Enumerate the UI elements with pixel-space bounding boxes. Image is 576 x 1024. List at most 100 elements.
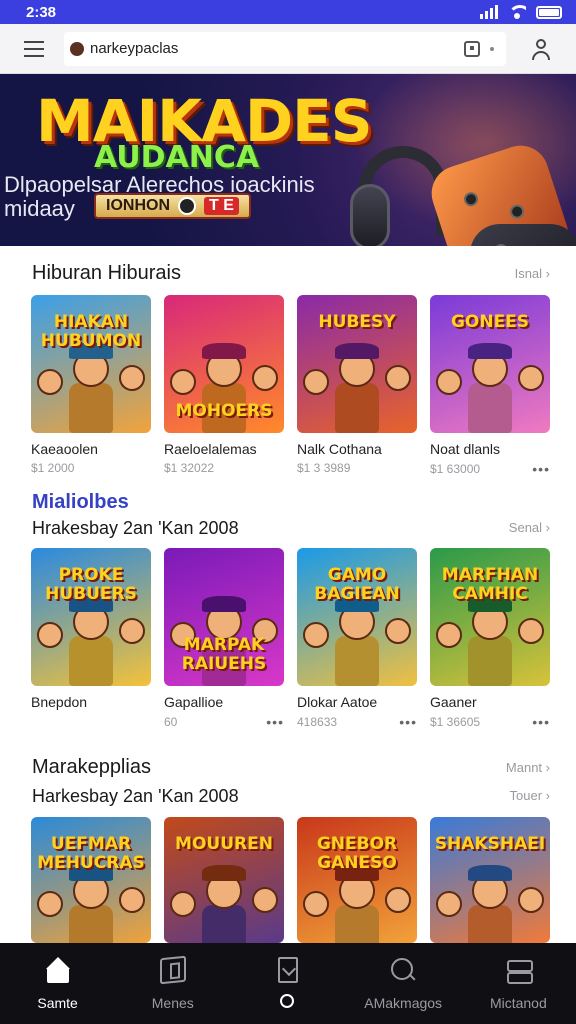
game-thumbnail[interactable]: UEFMAR MEHUCRAS [31, 817, 151, 943]
game-card[interactable]: GONEES Noat dlanls $1 63000 ••• [430, 295, 550, 477]
game-thumbnail[interactable]: GAMO BAGIEAN [297, 548, 417, 686]
game-meta: 60 ••• [164, 714, 284, 730]
character-head [385, 618, 411, 644]
character-head [436, 891, 462, 917]
character-hat [202, 343, 246, 359]
character-head [518, 365, 544, 391]
character-body [202, 905, 246, 943]
game-thumbnail[interactable]: MOHOERS [164, 295, 284, 433]
badge-tag: T E [204, 197, 239, 215]
battery-icon [536, 5, 562, 19]
game-price: $1 32022 [164, 461, 215, 475]
game-thumbnail[interactable]: MARPAK RAIUEHS [164, 548, 284, 686]
see-all-link[interactable]: Isnal › [515, 266, 550, 281]
game-logo-text: GONEES [450, 312, 530, 332]
character-hat [335, 343, 379, 359]
see-all-link[interactable]: Senal › [509, 520, 550, 535]
game-card[interactable]: HIAKAN HUBUMON Kaeaoolen $1 2000 [31, 295, 151, 475]
more-options-icon[interactable]: ••• [532, 714, 550, 730]
game-logo-text: MOHOERS [175, 401, 273, 421]
see-all-link-2[interactable]: Touer › [510, 788, 550, 803]
home-indicator[interactable] [280, 994, 294, 1008]
game-logo-text: HIAKAN HUBUMON [40, 312, 142, 351]
game-title[interactable]: Bnepdon [31, 694, 151, 710]
banner-text-2: midaay [4, 196, 75, 221]
wifi-icon [508, 5, 526, 19]
character-body [468, 636, 512, 686]
character-body [335, 905, 379, 943]
more-options-icon[interactable]: ••• [532, 461, 550, 477]
layers-icon [505, 957, 534, 984]
more-options-icon[interactable]: ••• [399, 714, 417, 730]
search-box[interactable] [64, 31, 506, 66]
hero-banner[interactable]: MAIKADES AUDANCA Dlpaopelsar Alerechos i… [0, 74, 576, 246]
see-all-link[interactable]: Mannt › [506, 760, 550, 775]
game-price: 60 [164, 715, 178, 729]
game-thumbnail[interactable]: HIAKAN HUBUMON [31, 295, 151, 433]
game-title[interactable]: Kaeaoolen [31, 441, 151, 457]
game-card[interactable]: MOUUREN [164, 817, 284, 943]
section-subtitle: Hrakesbay 2an 'Kan 2008 [32, 518, 239, 538]
game-logo-text: HUBESY [318, 312, 396, 332]
game-logo-text: MARPAK RAIUEHS [181, 635, 267, 674]
search-input[interactable] [90, 40, 456, 57]
menu-icon[interactable] [24, 40, 44, 57]
game-card[interactable]: SHAKSHAEI [430, 817, 550, 943]
game-card[interactable]: MARFHAN CAMHIC Gaaner $1 36605 ••• [430, 548, 550, 730]
nav-item-search[interactable]: AMakmagos [348, 957, 458, 1011]
game-thumbnail[interactable]: PROKE HUBUERS [31, 548, 151, 686]
top-bar [0, 24, 576, 74]
game-card[interactable]: HUBESY Nalk Cothana $1 3 3989 [297, 295, 417, 475]
game-card[interactable]: PROKE HUBUERS Bnepdon [31, 548, 151, 714]
character-body [69, 383, 113, 433]
search-icon [390, 957, 416, 983]
character-head [303, 891, 329, 917]
game-card[interactable]: UEFMAR MEHUCRAS [31, 817, 151, 943]
profile-icon[interactable] [530, 38, 552, 60]
more-options-icon[interactable]: ••• [266, 714, 284, 730]
nav-item-layers[interactable]: Mictanod [463, 957, 573, 1011]
game-price: 418633 [297, 715, 338, 729]
mic-icon[interactable] [490, 46, 494, 51]
character-head [385, 887, 411, 913]
character-head [436, 369, 462, 395]
game-meta: $1 3 3989 [297, 461, 417, 475]
section-title: Mialiolbes [32, 491, 129, 513]
bookmark-icon [277, 957, 298, 983]
game-logo-text: GNEBOR GANESO [316, 834, 398, 873]
nav-label: AMakmagos [364, 995, 443, 1011]
status-icons [480, 5, 562, 19]
game-title[interactable]: Nalk Cothana [297, 441, 417, 457]
game-title[interactable]: Gapallioe [164, 694, 284, 710]
character-head [37, 622, 63, 648]
character-head [170, 369, 196, 395]
section-subtitle: Harkesbay 2an 'Kan 2008 [32, 786, 239, 806]
section-title: Hiburan Hiburais [32, 262, 181, 284]
game-thumbnail[interactable]: GNEBOR GANESO [297, 817, 417, 943]
game-card[interactable]: GNEBOR GANESO [297, 817, 417, 943]
character-hat [468, 343, 512, 359]
game-card[interactable]: MARPAK RAIUEHS Gapallioe 60 ••• [164, 548, 284, 730]
status-time: 2:38 [26, 3, 57, 21]
game-thumbnail[interactable]: HUBESY [297, 295, 417, 433]
game-thumbnail[interactable]: SHAKSHAEI [430, 817, 550, 943]
game-title[interactable]: Noat dlanls [430, 441, 550, 457]
game-meta: $1 32022 [164, 461, 284, 475]
game-thumbnail[interactable]: GONEES [430, 295, 550, 433]
character-head [170, 891, 196, 917]
banner-badge[interactable]: IONHON T E [94, 193, 251, 219]
game-title[interactable]: Dlokar Aatoe [297, 694, 417, 710]
game-title[interactable]: Gaaner [430, 694, 550, 710]
section-title: Marakepplias [32, 756, 151, 778]
character-head [119, 365, 145, 391]
game-title[interactable]: Raeloelalemas [164, 441, 284, 457]
game-logo-text: MOUUREN [175, 834, 273, 854]
nav-item-menus[interactable]: Menes [118, 955, 228, 1011]
game-thumbnail[interactable]: MARFHAN CAMHIC [430, 548, 550, 686]
nav-item-home[interactable]: Samte [3, 957, 113, 1011]
game-thumbnail[interactable]: MOUUREN [164, 817, 284, 943]
scan-icon[interactable] [464, 40, 480, 57]
game-card[interactable]: GAMO BAGIEAN Dlokar Aatoe 418633 ••• [297, 548, 417, 730]
nav-item-bookmark[interactable] [233, 957, 343, 995]
game-card[interactable]: MOHOERS Raeloelalemas $1 32022 [164, 295, 284, 475]
